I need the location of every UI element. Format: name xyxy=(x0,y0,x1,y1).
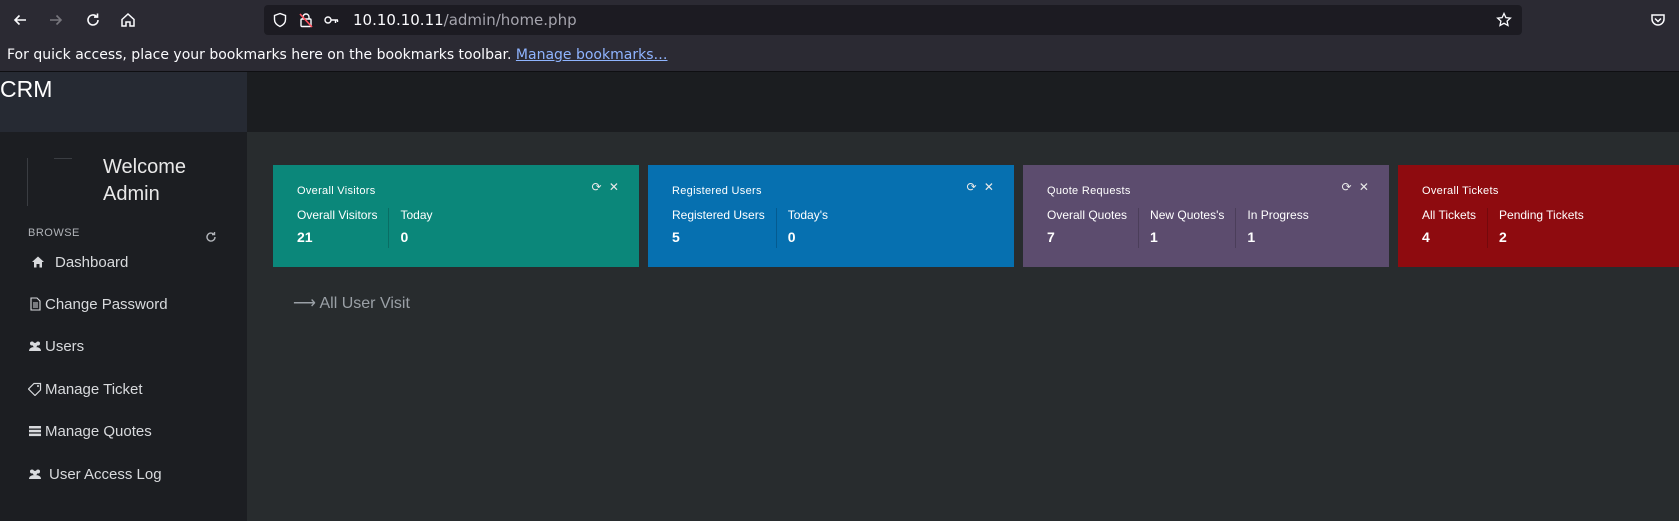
stat-label: Today xyxy=(400,208,433,222)
stat-value: 1 xyxy=(1150,229,1158,245)
stat-label: New Quotes's xyxy=(1150,208,1225,222)
sidebar-item-label: Change Password xyxy=(45,295,168,313)
back-icon[interactable] xyxy=(8,8,32,32)
list-icon xyxy=(28,424,42,438)
bookmarks-toolbar: For quick access, place your bookmarks h… xyxy=(0,40,1679,72)
card-tools[interactable]: ⟳ ✕ xyxy=(1342,180,1371,194)
avatar xyxy=(27,158,86,206)
welcome-text: Welcome xyxy=(103,156,186,178)
brand-area: CRM xyxy=(0,72,247,132)
top-navbar xyxy=(247,72,1679,132)
key-icon[interactable] xyxy=(323,12,339,28)
all-user-visit-link[interactable]: ⟶ All User Visit xyxy=(293,293,410,313)
card-title: Registered Users xyxy=(672,185,762,197)
stat-card-registered-users: Registered Users ⟳ ✕ Registered Users 5 T… xyxy=(648,165,1014,267)
ticket-icon xyxy=(28,382,42,396)
sidebar-item-users[interactable]: Users xyxy=(28,335,84,357)
stat-value: 21 xyxy=(297,229,313,245)
forward-icon[interactable] xyxy=(44,8,68,32)
sidebar-item-label: Manage Quotes xyxy=(45,422,152,440)
pocket-icon[interactable] xyxy=(1646,8,1670,32)
star-icon[interactable] xyxy=(1496,11,1512,28)
stat-item: Overall Visitors 21 xyxy=(297,208,390,248)
sidebar-item-manage-quotes[interactable]: Manage Quotes xyxy=(28,420,152,442)
stat-label: Today's xyxy=(787,208,829,222)
bookmarks-hint: For quick access, place your bookmarks h… xyxy=(7,47,512,63)
stat-value: 1 xyxy=(1247,229,1256,245)
stat-value: 4 xyxy=(1422,229,1430,245)
stat-item: New Quotes's 1 xyxy=(1150,208,1237,248)
card-stats: Registered Users 5 Today's 0 xyxy=(672,208,850,248)
sidebar-item-change-password[interactable]: Change Password xyxy=(28,293,168,315)
stat-label: Overall Quotes xyxy=(1047,208,1128,222)
brand-logo[interactable]: CRM xyxy=(0,76,52,103)
users-icon xyxy=(28,467,42,481)
sidebar-item-dashboard[interactable]: Dashboard xyxy=(31,251,128,273)
card-tools[interactable]: ⟳ ✕ xyxy=(592,180,621,194)
insecure-lock-icon[interactable] xyxy=(298,12,314,28)
manage-bookmarks-link[interactable]: Manage bookmarks… xyxy=(516,47,668,63)
crm-app: CRM Welcome Admin BROWSE Dashboard Chang… xyxy=(0,72,1679,521)
stat-item: Today 0 xyxy=(400,208,443,248)
url-path: /admin/home.php xyxy=(443,11,577,29)
sidebar-item-label: Dashboard xyxy=(55,253,129,271)
stat-label: Pending Tickets xyxy=(1499,208,1584,222)
stat-item: Overall Quotes 7 xyxy=(1047,208,1140,248)
stat-card-quote-requests: Quote Requests ⟳ ✕ Overall Quotes 7 New Q… xyxy=(1023,165,1389,267)
user-name: Admin xyxy=(103,183,160,205)
sidebar-item-label: Users xyxy=(45,337,85,355)
home-icon xyxy=(31,255,45,269)
stat-item: In Progress 1 xyxy=(1247,208,1319,248)
card-stats: All Tickets 4 Pending Tickets 2 xyxy=(1422,208,1606,248)
stat-card-overall-visitors: Overall Visitors ⟳ ✕ Overall Visitors 21 … xyxy=(273,165,639,267)
stat-label: All Tickets xyxy=(1422,208,1477,222)
card-title: Overall Tickets xyxy=(1422,185,1499,197)
url-text[interactable]: 10.10.10.11/admin/home.php xyxy=(353,11,577,29)
users-icon xyxy=(28,339,42,353)
url-host: 10.10.10.11 xyxy=(353,11,444,29)
refresh-icon[interactable] xyxy=(205,228,217,242)
stat-item: Pending Tickets 2 xyxy=(1499,208,1595,248)
stat-value: 7 xyxy=(1047,229,1055,245)
card-stats: Overall Visitors 21 Today 0 xyxy=(297,208,455,248)
sidebar: Welcome Admin BROWSE Dashboard Change Pa… xyxy=(0,132,247,521)
sidebar-item-label: User Access Log xyxy=(49,465,162,483)
stat-value: 5 xyxy=(672,229,680,245)
sidebar-item-user-access-log[interactable]: User Access Log xyxy=(28,463,162,485)
stat-value: 2 xyxy=(1499,229,1507,245)
card-title: Quote Requests xyxy=(1047,185,1131,197)
stat-value: 0 xyxy=(400,229,409,245)
main-content: Overall Visitors ⟳ ✕ Overall Visitors 21 … xyxy=(247,132,1679,521)
home-icon[interactable] xyxy=(116,8,140,32)
browser-toolbar: 10.10.10.11/admin/home.php xyxy=(0,0,1679,40)
sidebar-item-manage-ticket[interactable]: Manage Ticket xyxy=(28,378,143,400)
stat-label: Overall Visitors xyxy=(297,208,378,222)
url-bar[interactable]: 10.10.10.11/admin/home.php xyxy=(264,5,1522,35)
stat-item: All Tickets 4 xyxy=(1422,208,1489,248)
stat-label: Registered Users xyxy=(672,208,765,222)
shield-icon[interactable] xyxy=(272,12,288,28)
stat-card-overall-tickets: Overall Tickets All Tickets 4 Pending Tic… xyxy=(1398,165,1679,267)
document-icon xyxy=(28,297,42,311)
card-title: Overall Visitors xyxy=(297,185,376,197)
browse-heading: BROWSE xyxy=(28,227,80,239)
stat-label: In Progress xyxy=(1247,208,1309,222)
stat-value: 0 xyxy=(787,229,796,245)
stat-item: Today's 0 xyxy=(788,208,839,248)
welcome-block: Welcome Admin xyxy=(103,154,186,208)
reload-icon[interactable] xyxy=(81,8,105,32)
card-tools[interactable]: ⟳ ✕ xyxy=(967,180,996,194)
card-stats: Overall Quotes 7 New Quotes's 1 In Progres… xyxy=(1047,208,1331,248)
sidebar-item-label: Manage Ticket xyxy=(45,380,143,398)
stat-item: Registered Users 5 xyxy=(672,208,777,248)
